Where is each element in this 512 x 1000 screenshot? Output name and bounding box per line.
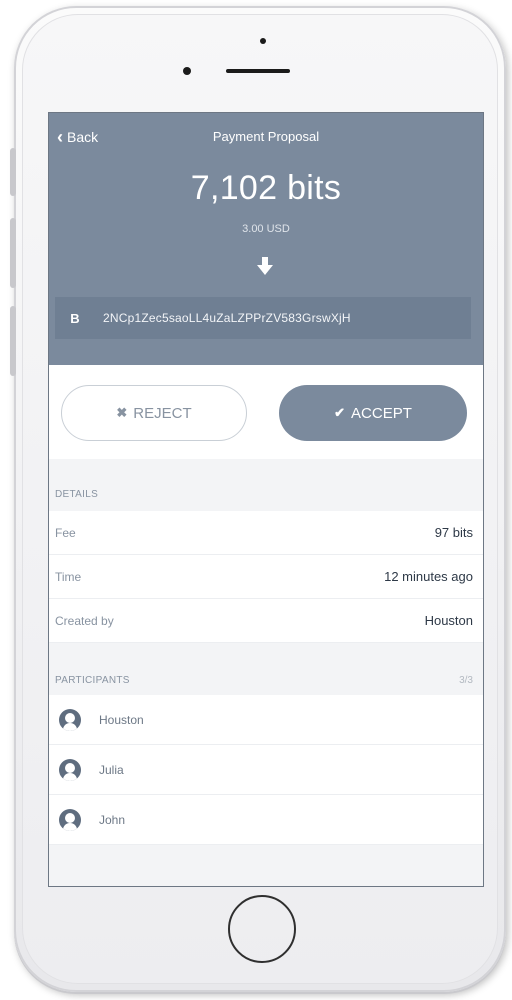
user-avatar-icon [59, 758, 81, 781]
detail-row-fee: Fee 97 bits [49, 511, 483, 555]
checkmark-icon: ✔ [334, 405, 346, 420]
destination-address-bar: B 2NCp1Zec5saoLL4uZaLZPPrZV583GrswXjH [55, 297, 471, 339]
page-title: Payment Proposal [212, 129, 320, 144]
details-section-label: DETAILS [55, 489, 99, 500]
front-camera [183, 67, 191, 75]
participants-section-label: PARTICIPANTS [55, 675, 130, 686]
reject-label: REJECT [133, 404, 192, 422]
amount-value: 7,102 bits [190, 169, 342, 207]
detail-row-created-by: Created by Houston [49, 599, 483, 643]
detail-value: 97 bits [434, 525, 473, 540]
participant-name: John [99, 812, 126, 827]
user-avatar-icon [59, 708, 81, 731]
mute-switch [10, 148, 16, 196]
detail-label: Fee [55, 525, 76, 540]
accept-label: ACCEPT [351, 404, 412, 422]
destination-address: 2NCp1Zec5saoLL4uZaLZPPrZV583GrswXjH [103, 311, 351, 325]
bitcoin-icon: B [70, 310, 80, 326]
app-screen: ‹ Back Payment Proposal 7,102 bits 3.00 … [48, 112, 484, 887]
earpiece-speaker [226, 69, 290, 73]
detail-row-time: Time 12 minutes ago [49, 555, 483, 599]
action-bar: ✖ REJECT ✔ ACCEPT [49, 365, 483, 459]
reject-button[interactable]: ✖ REJECT [61, 385, 247, 441]
volume-up-button [10, 218, 16, 288]
arrow-down-icon [257, 257, 273, 275]
user-avatar-icon [59, 808, 81, 831]
volume-down-button [10, 306, 16, 376]
participant-name: Julia [99, 762, 124, 777]
home-button[interactable] [228, 895, 296, 963]
participant-row: Julia [49, 745, 483, 795]
proximity-sensor [260, 38, 266, 44]
participant-name: Houston [99, 712, 144, 727]
participants-count: 3/3 [459, 675, 473, 686]
detail-label: Created by [55, 613, 114, 628]
participant-row: John [49, 795, 483, 845]
detail-value: Houston [424, 613, 473, 628]
detail-value: 12 minutes ago [384, 569, 473, 584]
fiat-amount: 3.00 USD [242, 223, 290, 235]
x-icon: ✖ [116, 405, 128, 420]
participant-row: Houston [49, 695, 483, 745]
accept-button[interactable]: ✔ ACCEPT [279, 385, 467, 441]
proposal-header: ‹ Back Payment Proposal 7,102 bits 3.00 … [49, 113, 483, 365]
detail-label: Time [55, 569, 82, 584]
